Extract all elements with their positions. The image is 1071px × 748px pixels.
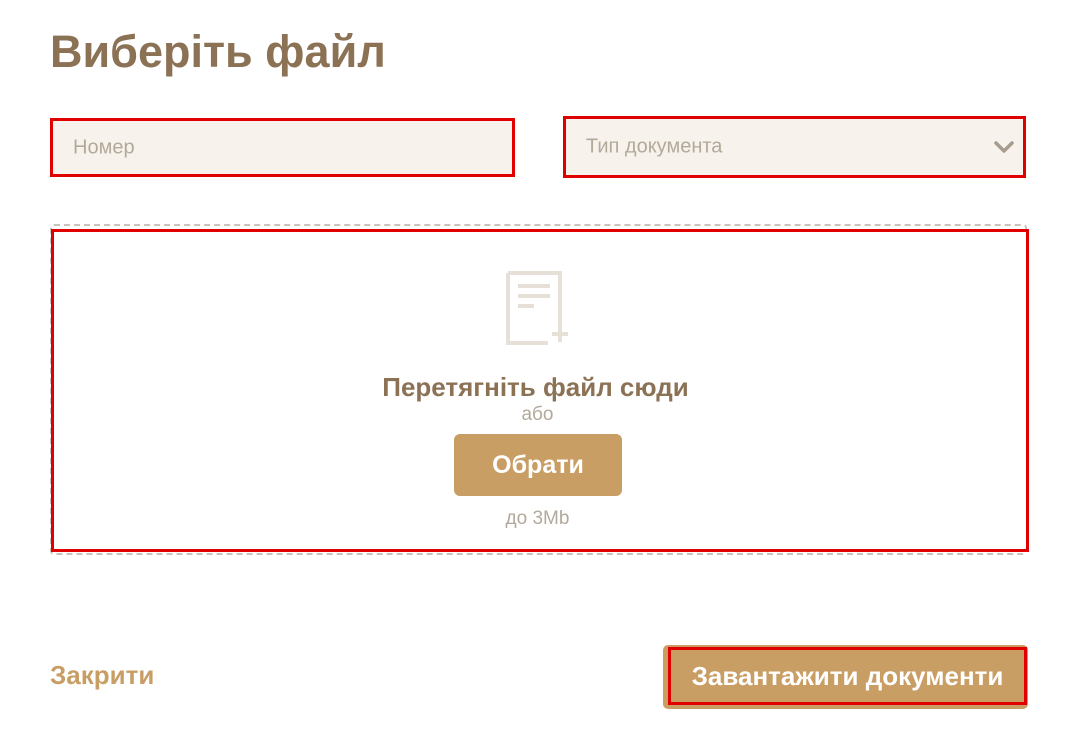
number-input[interactable]: Номер (50, 118, 515, 177)
number-placeholder: Номер (73, 136, 135, 158)
or-separator: або (521, 404, 554, 425)
upload-documents-button[interactable]: Завантажити документи (668, 647, 1027, 705)
upload-dialog: Виберіть файл Номер Тип документа Перетя… (0, 0, 1071, 748)
document-type-select[interactable]: Тип документа (563, 116, 1026, 178)
chevron-down-icon (994, 141, 1014, 153)
page-title: Виберіть файл (50, 26, 386, 77)
drop-instruction: Перетягніть файл сюди (382, 372, 689, 402)
document-type-placeholder: Тип документа (586, 135, 723, 158)
size-limit: до 3Mb (505, 508, 570, 529)
choose-file-button[interactable]: Обрати (454, 434, 622, 496)
document-add-icon (506, 271, 568, 345)
close-button[interactable]: Закрити (50, 660, 154, 691)
